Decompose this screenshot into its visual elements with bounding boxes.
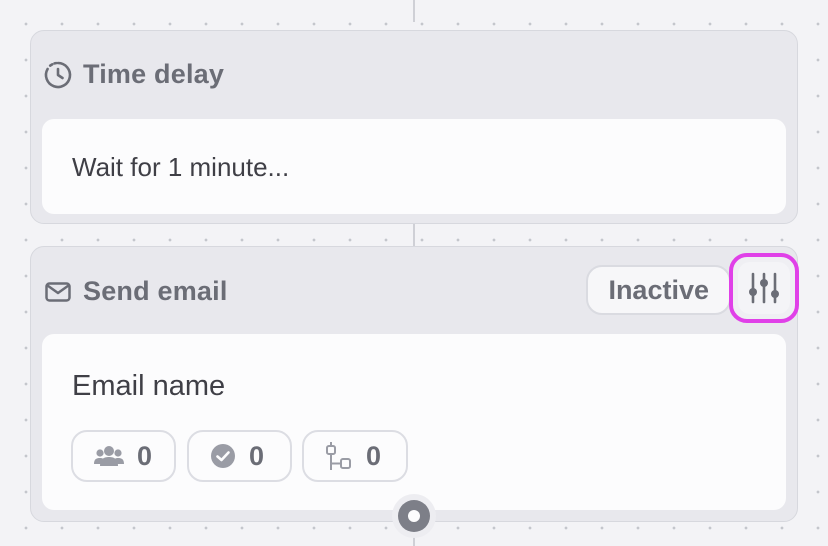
- status-badge[interactable]: Inactive: [586, 265, 731, 315]
- send-email-title: Send email: [83, 276, 228, 306]
- send-email-node[interactable]: Send email Inactive Email name 0 0 0: [30, 246, 799, 522]
- time-delay-node[interactable]: Time delay Wait for 1 minute...: [30, 30, 798, 224]
- recipients-stat[interactable]: 0: [71, 430, 176, 482]
- mail-icon: [43, 277, 73, 307]
- completed-stat[interactable]: 0: [187, 430, 292, 482]
- flow-stat[interactable]: 0: [302, 430, 408, 482]
- completed-count: 0: [249, 440, 265, 471]
- settings-button-inner: [738, 262, 790, 314]
- send-email-header: Send email: [43, 276, 228, 307]
- flow-count: 0: [366, 440, 382, 471]
- connection-handle[interactable]: [392, 494, 436, 538]
- send-email-body[interactable]: Email name 0 0 0: [42, 334, 786, 510]
- flow-icon: [324, 441, 354, 471]
- email-name: Email name: [72, 370, 226, 402]
- check-circle-icon: [209, 442, 237, 470]
- users-icon: [93, 443, 125, 469]
- connection-handle-ring: [398, 500, 430, 532]
- connector-top: [413, 0, 415, 22]
- time-delay-title: Time delay: [83, 59, 225, 89]
- sliders-icon: [746, 270, 782, 306]
- clock-icon: [43, 60, 73, 90]
- status-label: Inactive: [608, 274, 709, 305]
- recipients-count: 0: [137, 440, 153, 471]
- time-delay-body[interactable]: Wait for 1 minute...: [42, 119, 786, 214]
- time-delay-text: Wait for 1 minute...: [72, 152, 290, 182]
- connector-middle: [413, 222, 415, 248]
- connection-handle-dot: [408, 510, 420, 522]
- time-delay-header: Time delay: [43, 59, 224, 90]
- settings-button[interactable]: [729, 253, 799, 323]
